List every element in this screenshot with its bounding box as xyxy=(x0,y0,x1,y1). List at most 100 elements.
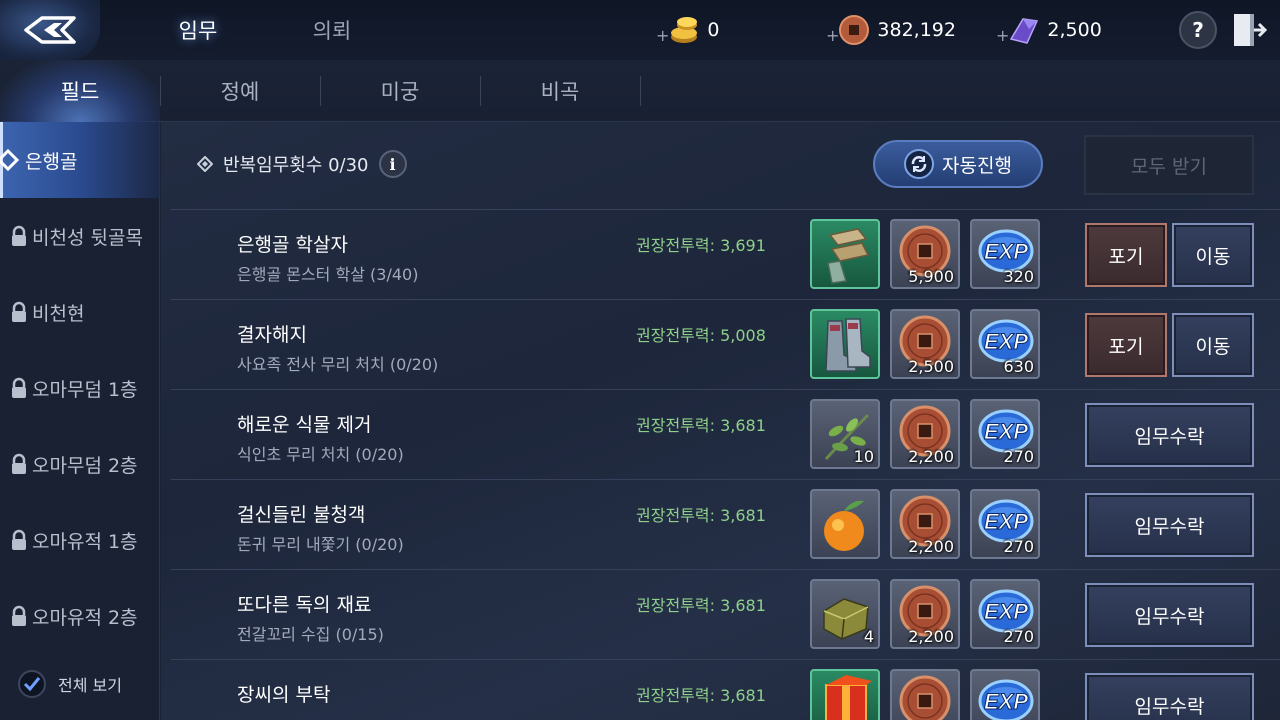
repeat-mission-label: 반복임무횟수 0/30 xyxy=(223,155,369,176)
subtab-secret-valley[interactable]: 비곡 xyxy=(480,60,640,122)
lock-icon xyxy=(12,605,26,626)
reward-exp-slot[interactable]: EXP 320 xyxy=(970,219,1040,289)
quest-row[interactable]: 결자해지 사요족 전사 무리 처치 (0/20) 권장전투력: 5,008 2,50… xyxy=(171,299,1280,389)
accept-mission-button[interactable]: 임무수락 xyxy=(1085,493,1254,557)
sidebar-item-omamudeom-2f[interactable]: 오마무덤 2층 xyxy=(0,426,160,502)
give-up-label: 포기 xyxy=(1108,245,1144,268)
reward-coin-qty: 2,200 xyxy=(908,447,954,466)
reward-exp-slot[interactable]: EXP 270 xyxy=(970,399,1040,469)
reward-item-slot[interactable] xyxy=(810,489,880,559)
reward-exp-qty: 270 xyxy=(1003,447,1034,466)
reward-item-qty: 10 xyxy=(853,447,874,466)
exp-label: EXP xyxy=(984,329,1028,354)
sidebar-item-label: 오마무덤 2층 xyxy=(32,454,138,477)
quest-title: 결자해지 xyxy=(237,324,307,346)
region-sidebar: 은행골 비천성 뒷골목 비천현 오마무덤 1층 오마무덤 2층 오마유적 1층 … xyxy=(0,122,160,720)
copper-coin-icon xyxy=(839,15,870,45)
quest-objective: 사요족 전사 무리 처치 (0/20) xyxy=(237,355,439,374)
help-button[interactable]: ? xyxy=(1179,11,1217,49)
diamond-marker-icon xyxy=(0,149,19,171)
give-up-button[interactable]: 포기 xyxy=(1085,223,1167,287)
sidebar-item-omamudeom-1f[interactable]: 오마무덤 1층 xyxy=(0,350,160,426)
recommended-power: 권장전투력: 3,681 xyxy=(636,416,766,435)
quest-objective: 전갈꼬리 수집 (0/15) xyxy=(237,625,384,644)
accept-label: 임무수락 xyxy=(1134,515,1205,538)
reward-exp-slot[interactable]: EXP 630 xyxy=(970,309,1040,379)
accept-mission-button[interactable]: 임무수락 xyxy=(1085,583,1254,647)
quest-title: 걸신들린 불청객 xyxy=(237,504,366,526)
quest-objective: 은행골 몬스터 학살 (3/40) xyxy=(237,265,419,284)
exp-label: EXP xyxy=(984,239,1028,264)
sidebar-item-label: 은행골 xyxy=(25,150,78,173)
auto-progress-button[interactable]: 자동진행 xyxy=(873,140,1043,188)
recommended-power: 권장전투력: 3,691 xyxy=(636,236,766,255)
reward-coin-slot[interactable]: 2,200 xyxy=(890,489,960,559)
info-icon[interactable]: i xyxy=(378,150,407,178)
view-all-checkbox[interactable] xyxy=(18,670,46,698)
subtab-labyrinth[interactable]: 미궁 xyxy=(320,60,480,122)
subtab-elite[interactable]: 정예 xyxy=(160,60,320,122)
tab-mission[interactable]: 임무 xyxy=(138,0,258,60)
reward-coin-slot[interactable] xyxy=(890,669,960,720)
diamond-bullet-icon xyxy=(197,156,213,172)
back-button[interactable] xyxy=(0,0,100,60)
reward-coin-slot[interactable]: 5,900 xyxy=(890,219,960,289)
receive-all-button[interactable]: 모두 받기 xyxy=(1084,135,1254,195)
quest-objective: 식인초 무리 처치 (0/20) xyxy=(237,445,404,464)
subtab-bar: 필드 정예 미궁 비곡 xyxy=(0,60,1280,122)
sidebar-item-bicheonhyeon[interactable]: 비천현 xyxy=(0,274,160,350)
auto-progress-label: 자동진행 xyxy=(942,154,1012,177)
give-up-button[interactable]: 포기 xyxy=(1085,313,1167,377)
view-all-toggle[interactable]: 전체 보기 xyxy=(18,670,122,698)
reward-exp-slot[interactable]: EXP 270 xyxy=(970,579,1040,649)
sidebar-item-eunhaenggol[interactable]: 은행골 xyxy=(0,122,160,198)
quest-row[interactable]: 해로운 식물 제거 식인초 무리 처치 (0/20) 권장전투력: 3,681 10… xyxy=(171,389,1280,479)
receive-all-label: 모두 받기 xyxy=(1131,155,1207,178)
sidebar-item-bicheonseong-alley[interactable]: 비천성 뒷골목 xyxy=(0,198,160,274)
reward-item-slot[interactable] xyxy=(810,669,880,720)
quest-title: 은행골 학살자 xyxy=(237,234,348,256)
reward-coin-slot[interactable]: 2,500 xyxy=(890,309,960,379)
reward-coin-qty: 2,500 xyxy=(908,357,954,376)
reward-exp-qty: 270 xyxy=(1003,627,1034,646)
move-button[interactable]: 이동 xyxy=(1172,313,1254,377)
reward-coin-qty: 5,900 xyxy=(908,267,954,286)
sidebar-item-omayujeok-2f[interactable]: 오마유적 2층 xyxy=(0,578,160,654)
exp-label: EXP xyxy=(984,419,1028,444)
recommended-power: 권장전투력: 3,681 xyxy=(636,596,766,615)
copper-coin-icon xyxy=(899,675,951,720)
reward-exp-slot[interactable]: EXP xyxy=(970,669,1040,720)
exp-label: EXP xyxy=(984,509,1028,534)
checkmark-icon xyxy=(23,677,41,692)
currency-copper[interactable]: + 382,192 xyxy=(826,12,956,48)
quest-row[interactable]: 장씨의 부탁 권장전투력: 3,681 EXP 임무수락 xyxy=(171,659,1280,720)
reward-coin-slot[interactable]: 2,200 xyxy=(890,579,960,649)
quest-title: 장씨의 부탁 xyxy=(237,684,331,706)
currency-gold[interactable]: + 0 xyxy=(656,12,720,48)
tab-request[interactable]: 의뢰 xyxy=(272,0,392,60)
currency-crystal[interactable]: + 2,500 xyxy=(996,12,1102,48)
reward-item-slot[interactable]: 4 xyxy=(810,579,880,649)
quest-row[interactable]: 또다른 독의 재료 전갈꼬리 수집 (0/15) 권장전투력: 3,681 4 2,… xyxy=(171,569,1280,659)
exit-door-icon xyxy=(1234,14,1268,46)
quest-row[interactable]: 걸신들린 불청객 돈귀 무리 내쫓기 (0/20) 권장전투력: 3,681 2,2… xyxy=(171,479,1280,569)
reward-exp-qty: 630 xyxy=(1003,357,1034,376)
subtab-field[interactable]: 필드 xyxy=(0,60,160,122)
reward-item-slot[interactable] xyxy=(810,219,880,289)
move-button[interactable]: 이동 xyxy=(1172,223,1254,287)
reward-item-slot[interactable]: 10 xyxy=(810,399,880,469)
divider xyxy=(640,76,641,106)
accept-mission-button[interactable]: 임무수락 xyxy=(1085,673,1254,720)
sidebar-item-label: 비천현 xyxy=(32,302,85,325)
gauntlet-icon xyxy=(827,228,870,284)
quest-row[interactable]: 은행골 학살자은행골 몬스터 학살 (3/40) 권장전투력: 3,691 5,9… xyxy=(171,209,1280,299)
reward-item-slot[interactable] xyxy=(810,309,880,379)
sidebar-item-omayujeok-1f[interactable]: 오마유적 1층 xyxy=(0,502,160,578)
accept-mission-button[interactable]: 임무수락 xyxy=(1085,403,1254,467)
reward-coin-slot[interactable]: 2,200 xyxy=(890,399,960,469)
reward-exp-slot[interactable]: EXP 270 xyxy=(970,489,1040,559)
exit-button[interactable] xyxy=(1228,11,1268,49)
give-up-label: 포기 xyxy=(1108,335,1144,358)
lock-icon xyxy=(12,301,26,322)
back-arrow-icon xyxy=(24,16,76,44)
